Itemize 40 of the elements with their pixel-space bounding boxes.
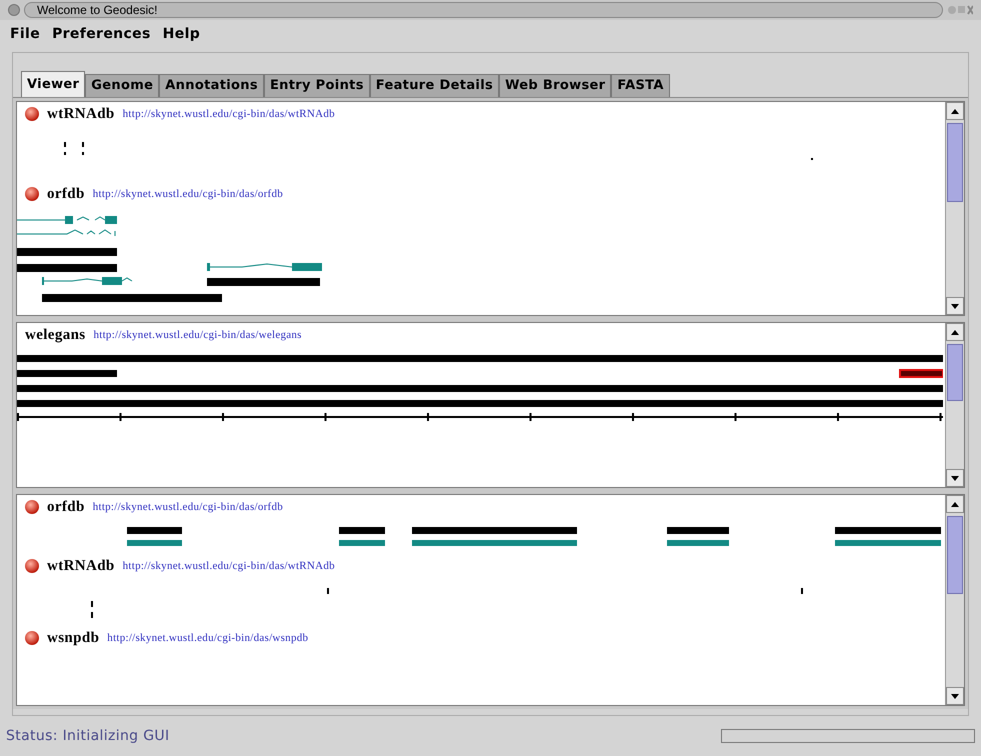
track-name: wtRNAdb: [47, 556, 115, 576]
window-title: Welcome to Geodesic!: [24, 2, 943, 18]
scroll-down-button[interactable]: [946, 297, 964, 315]
up-arrow-icon: [951, 330, 959, 334]
menu-item[interactable]: File: [10, 24, 40, 44]
scroll-down-button[interactable]: [946, 469, 964, 487]
tab[interactable]: Web Browser: [499, 74, 612, 97]
down-arrow-icon: [951, 476, 959, 480]
tab[interactable]: FASTA: [611, 74, 670, 97]
tab[interactable]: Annotations: [159, 74, 264, 97]
track-url[interactable]: http://skynet.wustl.edu/cgi-bin/das/welegans: [94, 326, 302, 344]
scroll-up-button[interactable]: [946, 495, 964, 513]
scroll-down-button[interactable]: [946, 687, 964, 705]
up-arrow-icon: [951, 108, 959, 114]
track-name: orfdb: [47, 498, 85, 517]
track-url[interactable]: http://skynet.wustl.edu/cgi-bin/das/wtRNAdb: [122, 558, 335, 574]
scroll-thumb[interactable]: [947, 123, 963, 202]
down-arrow-icon: [951, 304, 959, 308]
track-url[interactable]: http://skynet.wustl.edu/cgi-bin/das/wsnpdb: [107, 630, 308, 646]
menu-item[interactable]: Preferences: [52, 24, 151, 44]
tab[interactable]: Feature Details: [370, 74, 500, 97]
tab[interactable]: Entry Points: [264, 74, 370, 97]
scroll-up-button[interactable]: [946, 323, 964, 341]
track-url[interactable]: http://skynet.wustl.edu/cgi-bin/das/orfdb: [92, 498, 284, 516]
tab[interactable]: Viewer: [21, 71, 86, 97]
track-name: welegans: [25, 326, 86, 345]
window-menu-icon[interactable]: [8, 4, 20, 16]
up-arrow-icon: [951, 502, 959, 506]
tab[interactable]: Genome: [85, 74, 160, 97]
track-name: orfdb: [47, 184, 85, 204]
scroll-thumb[interactable]: [947, 344, 963, 402]
track-url[interactable]: http://skynet.wustl.edu/cgi-bin/das/wtRNAdb: [122, 106, 335, 122]
scroll-thumb[interactable]: [947, 516, 963, 594]
track-name: wtRNAdb: [47, 104, 115, 124]
scroll-up-button[interactable]: [946, 102, 964, 120]
track-url[interactable]: http://skynet.wustl.edu/cgi-bin/das/orfdb: [92, 186, 284, 202]
down-arrow-icon: [951, 694, 959, 698]
menu-item[interactable]: Help: [162, 24, 200, 44]
status-text: Status: Initializing GUI: [6, 726, 170, 746]
track-name: wsnpdb: [47, 628, 100, 648]
